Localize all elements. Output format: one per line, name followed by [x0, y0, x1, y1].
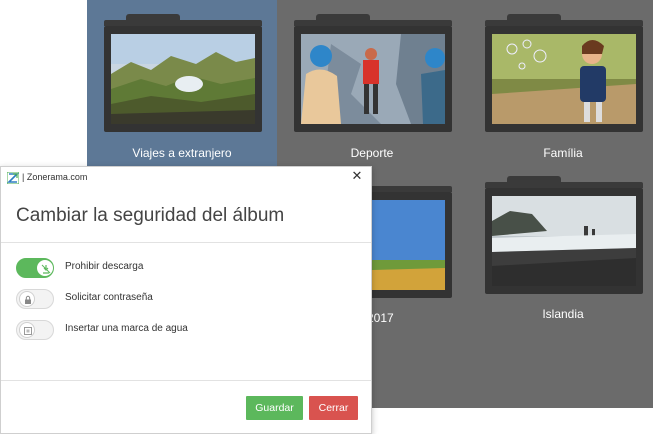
album-cover-climber — [301, 34, 445, 124]
security-dialog: | Zonerama.com ✕ Cambiar la seguridad de… — [0, 166, 372, 434]
cancel-button[interactable]: Cerrar — [309, 396, 358, 420]
download-toggle[interactable] — [16, 258, 54, 278]
no-download-icon — [41, 264, 51, 274]
password-toggle[interactable] — [16, 289, 54, 309]
watermark-icon — [24, 327, 32, 335]
close-icon[interactable]: ✕ — [349, 169, 365, 185]
brand-label: | Zonerama.com — [22, 172, 88, 182]
folder-icon — [485, 14, 643, 132]
option-watermark[interactable]: Insertar una marca de agua — [16, 320, 356, 342]
album-card-familia[interactable]: Família — [468, 0, 653, 166]
save-button[interactable]: Guardar — [246, 396, 303, 420]
folder-icon — [485, 176, 643, 294]
album-label: Viajes a extranjero — [132, 146, 232, 160]
option-label: Prohibir descarga — [65, 261, 144, 272]
dialog-header: | Zonerama.com ✕ — [1, 167, 371, 189]
lock-icon — [25, 295, 31, 304]
option-prohibit-download[interactable]: Prohibir descarga — [16, 258, 356, 280]
album-label: Deporte — [350, 146, 394, 160]
album-card-deporte[interactable]: Deporte — [277, 0, 467, 166]
album-card-viajes[interactable]: Viajes a extranjero — [87, 0, 277, 166]
option-label: Solicitar contraseña — [65, 292, 153, 303]
album-card-islandia[interactable]: Islandia — [468, 166, 653, 332]
option-request-password[interactable]: Solicitar contraseña — [16, 289, 356, 311]
album-cover-coast — [492, 196, 636, 286]
album-cover-landscape — [111, 34, 255, 124]
album-label: Família — [543, 146, 583, 160]
album-cover-child — [492, 34, 636, 124]
watermark-toggle[interactable] — [16, 320, 54, 340]
album-label: Islandia — [542, 307, 584, 321]
folder-icon — [294, 14, 452, 132]
divider — [1, 242, 371, 243]
divider — [1, 380, 371, 381]
folder-icon — [104, 14, 262, 132]
zonerama-logo-icon — [7, 172, 19, 184]
option-label: Insertar una marca de agua — [65, 323, 188, 334]
screen: Viajes a extranjero Deporte Família 2017… — [0, 0, 653, 434]
dialog-title: Cambiar la seguridad del álbum — [16, 205, 285, 226]
